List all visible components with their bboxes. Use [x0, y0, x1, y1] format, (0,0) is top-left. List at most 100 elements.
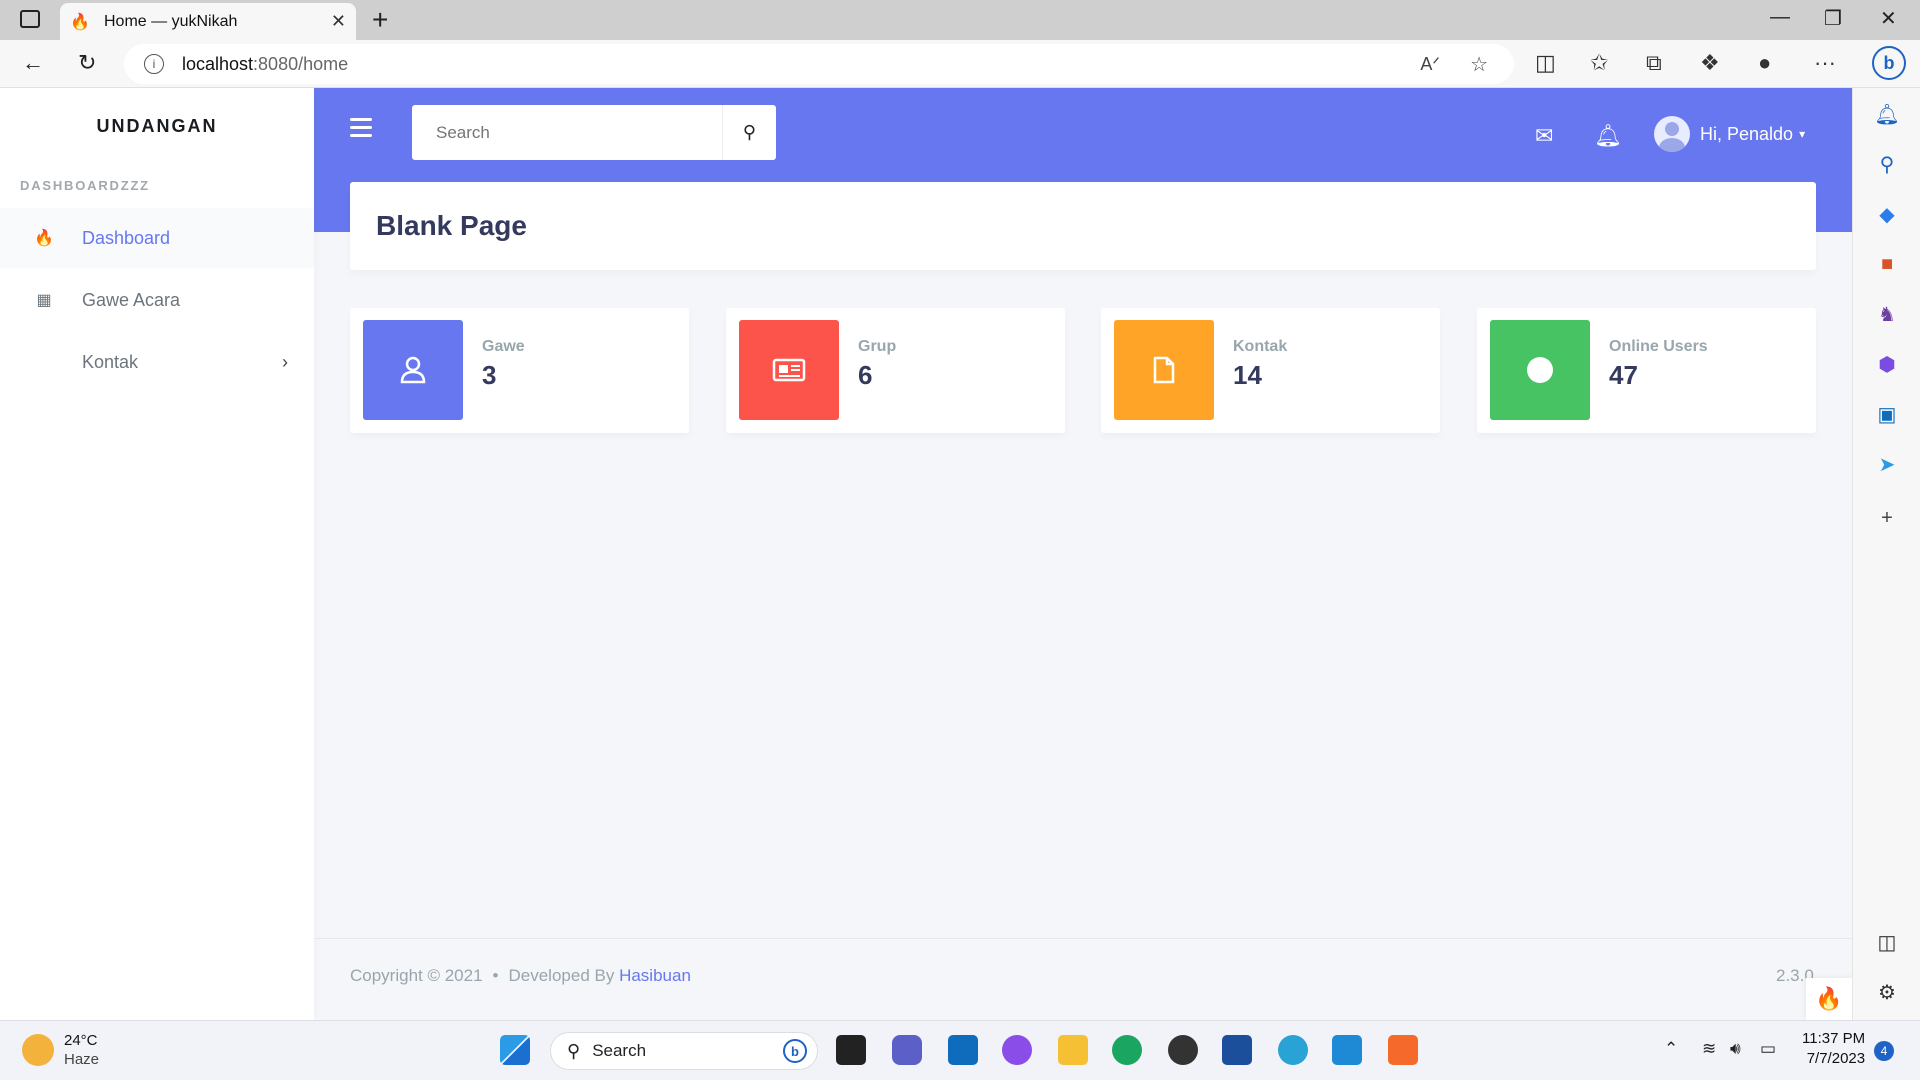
gear-icon[interactable]: ⚙ — [1875, 980, 1899, 1004]
games-icon[interactable]: ♞ — [1875, 302, 1899, 326]
file-icon — [1114, 320, 1214, 420]
weather-widget[interactable]: 24°C Haze — [22, 1031, 99, 1069]
file-explorer-icon[interactable] — [1058, 1035, 1088, 1065]
copyright-text: Copyright © 2021 — [350, 966, 483, 985]
fire-favicon-icon: 🔥 — [70, 13, 90, 31]
github-icon[interactable] — [1168, 1035, 1198, 1065]
outlook-icon[interactable]: ▣ — [1875, 402, 1899, 426]
sidebar-item-label: Kontak — [82, 351, 139, 372]
haze-sun-icon — [22, 1034, 54, 1066]
search-input[interactable] — [412, 105, 722, 160]
sidebar: UNDANGAN DASHBOARDZZZ 🔥 Dashboard ▦ Gawe… — [0, 88, 314, 1020]
more-menu-icon[interactable]: ··· — [1814, 50, 1836, 76]
tab-title: Home — yukNikah — [104, 12, 238, 30]
close-tab-icon[interactable]: ✕ — [331, 11, 346, 32]
read-aloud-icon[interactable]: Aᐟ — [1420, 54, 1440, 75]
user-dropdown[interactable]: Hi, Penaldo ▾ — [1654, 116, 1805, 152]
office-icon[interactable]: ⬢ — [1875, 352, 1899, 376]
sidebar-item-label: Gawe Acara — [82, 289, 181, 310]
circle-icon — [1490, 320, 1590, 420]
edge-icon[interactable] — [1278, 1035, 1308, 1065]
minimize-icon[interactable]: — — [1770, 6, 1790, 29]
chevron-up-icon[interactable]: ⌃ — [1664, 1039, 1678, 1059]
mail-icon[interactable]: ✉ — [1535, 123, 1553, 149]
card-value: 47 — [1609, 360, 1638, 390]
search-button[interactable]: ⚲ — [722, 105, 776, 160]
collections-icon[interactable]: ⧉ — [1646, 50, 1662, 76]
restore-icon[interactable]: ❐ — [1824, 6, 1842, 31]
user-greeting: Hi, Penaldo — [1700, 123, 1794, 144]
send-icon[interactable]: ➤ — [1875, 452, 1899, 476]
sidebar-item-dashboard[interactable]: 🔥 Dashboard — [0, 208, 314, 268]
card-label: Online Users — [1609, 338, 1708, 355]
info-icon[interactable]: i — [144, 54, 164, 74]
card-label: Gawe — [482, 338, 525, 355]
refresh-icon[interactable]: ↻ — [78, 50, 96, 76]
favorite-star-icon[interactable]: ☆ — [1470, 52, 1488, 77]
card-value: 6 — [858, 360, 873, 390]
search-icon[interactable]: ⚲ — [1875, 152, 1899, 176]
sidebar-toggle-icon[interactable]: ◫ — [1875, 930, 1899, 954]
stat-card-online-users: Online Users 47 — [1477, 308, 1816, 433]
author-link[interactable]: Hasibuan — [619, 966, 691, 985]
url-field[interactable]: i localhost:8080/home Aᐟ ☆ — [124, 44, 1514, 84]
new-tab-button[interactable]: + — [372, 4, 388, 36]
stat-card-kontak: Kontak 14 — [1101, 308, 1440, 433]
card-value: 3 — [482, 360, 497, 390]
xampp-icon[interactable] — [1388, 1035, 1418, 1065]
bing-chat-icon[interactable]: b — [1872, 46, 1906, 80]
tag-icon[interactable]: ◆ — [1875, 202, 1899, 226]
bullet-separator: • — [492, 966, 499, 985]
address-bar-row: ← ↻ i localhost:8080/home Aᐟ ☆ ◫ ✩ ⧉ ❖ ●… — [0, 40, 1920, 88]
windows-start-icon[interactable] — [500, 1035, 530, 1065]
taskbar-search-label: Search — [592, 1041, 647, 1060]
edge-sidebar: 🔔︎ ⚲ ◆ ■ ♞ ⬢ ▣ ➤ + ◫ ⚙ — [1852, 88, 1920, 1020]
browser-tab[interactable]: 🔥 Home — yukNikah ✕ — [60, 3, 356, 40]
task-view-icon[interactable] — [836, 1035, 866, 1065]
web-app: UNDANGAN DASHBOARDZZZ 🔥 Dashboard ▦ Gawe… — [0, 88, 1852, 1020]
section-header: Blank Page — [350, 182, 1816, 270]
copilot-icon[interactable] — [1002, 1035, 1032, 1065]
favorites-icon[interactable]: ✩ — [1590, 50, 1608, 76]
chevron-right-icon: › — [282, 351, 288, 372]
search-form: ⚲ — [412, 105, 776, 160]
stat-card-grup: Grup 6 — [726, 308, 1065, 433]
back-icon[interactable]: ← — [22, 50, 44, 76]
volume-icon[interactable]: 🔊︎ — [1730, 1039, 1741, 1059]
hamburger-menu-icon[interactable] — [350, 118, 372, 142]
bell-icon[interactable]: 🔔︎ — [1594, 123, 1622, 149]
taskbar-search[interactable]: ⚲ Search b — [550, 1032, 818, 1070]
time: 11:37 PM — [1802, 1030, 1866, 1047]
extension-icon[interactable]: ❖ — [1700, 50, 1720, 76]
newspaper-icon — [739, 320, 839, 420]
floating-fire-icon[interactable]: 🔥 — [1806, 978, 1852, 1020]
bing-icon: b — [783, 1039, 807, 1063]
search-icon: ⚲ — [742, 122, 757, 142]
vscode-icon[interactable] — [1332, 1035, 1362, 1065]
clock[interactable]: 11:37 PM 7/7/2023 — [1802, 1029, 1865, 1069]
split-screen-icon[interactable]: ◫ — [1535, 50, 1556, 76]
stat-card-gawe: Gawe 3 — [350, 308, 689, 433]
sidebar-brand[interactable]: UNDANGAN — [0, 116, 314, 137]
sidebar-item-kontak[interactable]: Kontak › — [0, 332, 314, 392]
caret-down-icon: ▾ — [1799, 127, 1806, 141]
search-icon: ⚲ — [567, 1040, 581, 1061]
mail-app-icon[interactable] — [948, 1035, 978, 1065]
wifi-icon[interactable]: ≋ — [1702, 1039, 1716, 1059]
teams-icon[interactable] — [892, 1035, 922, 1065]
weather-condition: Haze — [64, 1051, 100, 1068]
profile-icon[interactable]: ● — [1758, 50, 1771, 76]
app-icon[interactable] — [1222, 1035, 1252, 1065]
toolbox-icon[interactable]: ■ — [1875, 252, 1899, 276]
battery-icon[interactable]: ▭ — [1760, 1039, 1776, 1059]
close-window-icon[interactable]: ✕ — [1880, 6, 1897, 31]
sidebar-item-gawe-acara[interactable]: ▦ Gawe Acara — [0, 270, 314, 330]
bell-icon[interactable]: 🔔︎ — [1874, 102, 1899, 126]
url-host: localhost — [182, 53, 254, 74]
avatar — [1654, 116, 1690, 152]
sidebar-item-label: Dashboard — [82, 227, 171, 248]
add-icon[interactable]: + — [1875, 506, 1899, 530]
tab-actions-icon[interactable] — [20, 10, 40, 28]
notification-badge[interactable]: 4 — [1874, 1041, 1894, 1061]
edge-dev-icon[interactable] — [1112, 1035, 1142, 1065]
